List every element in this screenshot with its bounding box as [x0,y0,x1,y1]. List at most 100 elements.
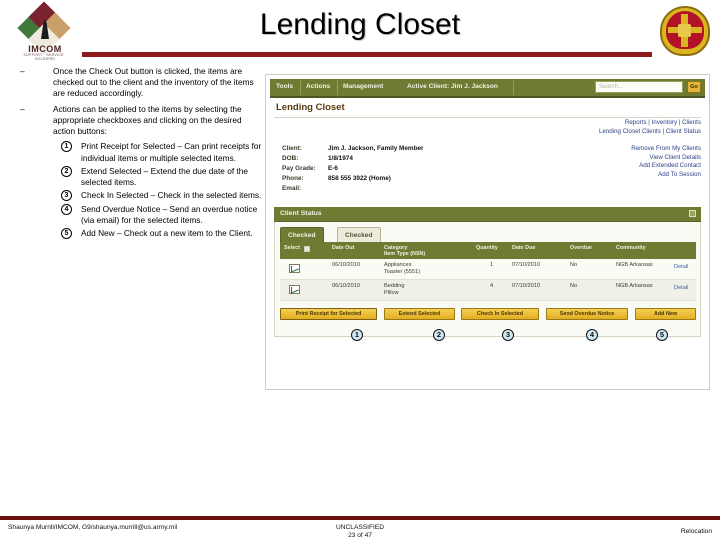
link-view-client-details[interactable]: View Client Details [631,154,701,163]
cell-category-item: Appliances Toaster (5551) [384,262,421,275]
collapse-icon[interactable] [689,210,696,217]
client-info-row: Client: Jim J. Jackson, Family Member [282,145,532,155]
menu-item-actions[interactable]: Actions [306,83,330,90]
client-field-value: Jim J. Jackson, Family Member [328,145,424,152]
client-field-label: Phone: [282,175,304,182]
slide-footer: Shaunya Murrill/IMCOM, G9/shaunya.murril… [0,524,720,540]
search-go-button[interactable]: Go [687,81,701,93]
table-row[interactable]: 06/10/2010 Appliances Toaster (5551) 1 0… [280,259,696,280]
client-info-row: Phone: 858 555 3922 (Home) [282,175,532,185]
bullet-list: – Once the Check Out button is clicked, … [8,66,266,242]
client-info-block: Client: Jim J. Jackson, Family Member DO… [282,145,532,195]
cell-category-item: Bedding Pillow [384,283,405,296]
callout-number-5: 5 [61,228,72,240]
client-status-title: Client Status [280,210,322,217]
menu-item-management[interactable]: Management [343,83,383,90]
nav-primary-links[interactable]: Reports | Inventory | Clients [599,119,701,127]
column-header-select: Select [284,245,300,251]
bullet-dash: – [20,66,25,76]
search-area: Search... Go [595,81,701,93]
cell-date-out: 06/10/2010 [332,283,360,289]
column-header-date-due: Date Due [512,245,536,251]
cell-overdue: No [570,283,578,289]
bullet-text: Actions can be applied to the items by s… [53,103,242,137]
callout-markers: 1 2 3 4 5 [266,329,711,347]
cell-date-out: 06/10/2010 [332,262,360,268]
select-all-checkbox[interactable] [304,246,310,252]
numbered-item: 5 Add New – Check out a new item to the … [8,228,266,240]
row-chart-icon[interactable] [289,285,300,294]
classification-label: UNCLASSIFIED [336,524,384,531]
numbered-item-text: Print Receipt for Selected – Can print r… [81,141,262,163]
client-info-row: DOB: 1/8/1974 [282,155,532,165]
client-field-label: Pay Grade: [282,165,316,172]
menu-separator [300,80,301,95]
bullet-item: – Once the Check Out button is clicked, … [8,66,266,100]
checked-out-table: Select Date Out Category Item Type (NSN)… [280,242,696,301]
send-overdue-notice-button[interactable]: Send Overdue Notice [546,308,628,320]
detail-link[interactable]: Detail [674,264,688,270]
screenshot-callout-3: 3 [502,329,514,341]
menu-item-tools[interactable]: Tools [276,83,293,90]
app-screenshot-panel: Tools Actions Management Active Client: … [265,74,710,390]
numbered-item: 4 Send Overdue Notice – Send an overdue … [8,203,266,227]
footer-classification: UNCLASSIFIED 23 of 47 [0,524,720,540]
crest-center-emblem [678,24,691,37]
row-chart-icon[interactable] [289,264,300,273]
nav-secondary-links[interactable]: Lending Closet Clients | Client Status [599,128,701,136]
numbered-item: 2 Extend Selected – Extend the due date … [8,165,266,189]
menu-item-active-client[interactable]: Active Client: Jim J. Jackson [407,83,498,90]
client-field-label: Client: [282,145,302,152]
menu-separator [337,80,338,95]
cell-overdue: No [570,262,578,268]
table-row[interactable]: 06/10/2010 Bedding Pillow 4 07/10/2010 N… [280,280,696,301]
column-header-category-item-type: Category Item Type (NSN) [384,245,426,258]
client-field-value: 858 555 3922 (Home) [328,175,391,182]
search-input[interactable]: Search... [595,81,683,93]
numbered-item-text: Check In Selected – Check in the selecte… [81,190,262,201]
numbered-item-text: Send Overdue Notice – Send an overdue no… [81,203,258,225]
action-button-row: Print Receipt for Selected Extend Select… [280,308,696,320]
bullet-text: Once the Check Out button is clicked, th… [53,66,254,99]
army-crest-icon [658,6,712,58]
bullet-dash: – [20,103,25,114]
cell-quantity: 4 [490,283,494,289]
check-in-selected-button[interactable]: Check In Selected [461,308,539,320]
add-new-button[interactable]: Add New [635,308,696,320]
screenshot-callout-5: 5 [656,329,668,341]
column-header-community: Community [616,245,646,251]
footer-program-name: Relocation [680,528,712,535]
client-field-label: Email: [282,185,302,192]
client-field-label: DOB: [282,155,299,162]
extend-selected-button[interactable]: Extend Selected [384,308,455,320]
link-remove-from-my-clients[interactable]: Remove From My Clients [631,145,701,154]
cell-date-due: 07/10/2010 [512,283,540,289]
imcom-logo: IMCOM SUPPORT · SERVICE · SOLDIERS [14,1,76,62]
client-field-value: 1/8/1974 [328,155,353,162]
column-header-quantity: Quantity [476,245,498,251]
callout-number-3: 3 [61,190,72,202]
menu-separator [513,80,514,95]
column-header-overdue: Overdue [570,245,592,251]
link-add-to-session[interactable]: Add To Session [631,171,701,180]
callout-number-4: 4 [61,203,72,215]
slide-header: IMCOM SUPPORT · SERVICE · SOLDIERS Lendi… [0,0,720,66]
page-title-divider [274,117,701,118]
screenshot-callout-1: 1 [351,329,363,341]
detail-link[interactable]: Detail [674,285,688,291]
tab-checked-out[interactable]: Checked Out [280,227,324,254]
print-receipt-for-selected-button[interactable]: Print Receipt for Selected [280,308,377,320]
page-title: Lending Closet [259,8,461,41]
nav-links: Reports | Inventory | Clients Lending Cl… [599,119,701,137]
link-add-extended-contact[interactable]: Add Extended Contact [631,162,701,171]
client-field-value: E-6 [328,165,338,172]
cell-community: NGB Arkansas [616,283,653,289]
table-header-row: Select Date Out Category Item Type (NSN)… [280,242,696,259]
numbered-item: 1 Print Receipt for Selected – Can print… [8,141,266,164]
client-status-panel: Client Status Checked Out Checked In Sel… [274,207,701,337]
tab-checked-in[interactable]: Checked In [337,227,381,254]
app-menubar: Tools Actions Management Active Client: … [270,79,705,96]
cell-quantity: 1 [490,262,494,268]
client-status-header: Client Status [274,207,701,222]
column-header-date-out: Date Out [332,245,355,251]
